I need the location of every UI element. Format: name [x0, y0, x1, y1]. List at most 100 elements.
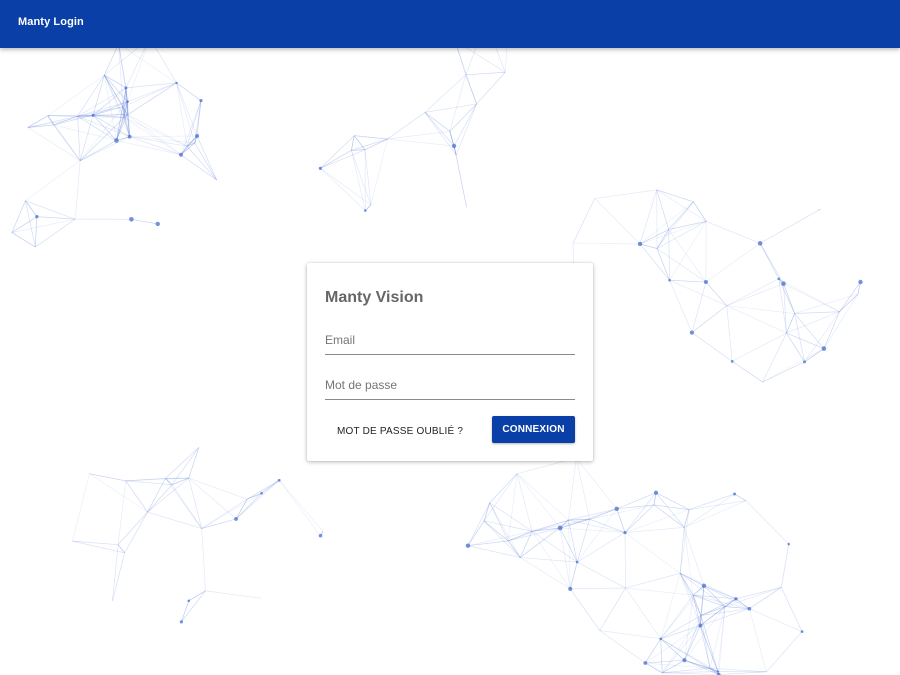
network-edge — [703, 585, 737, 600]
network-edge — [112, 552, 125, 601]
network-edge — [77, 116, 117, 141]
network-edge — [745, 500, 789, 545]
network-edge — [201, 492, 262, 529]
network-edge — [278, 480, 321, 536]
network-edge — [147, 511, 202, 529]
network-edge — [668, 229, 670, 281]
app-bar: Manty Login — [0, 0, 900, 48]
network-edge — [489, 473, 518, 504]
network-edge — [669, 279, 706, 283]
network-edge — [370, 138, 388, 206]
network-edge — [27, 127, 81, 161]
network-edge — [118, 43, 124, 107]
network-node — [318, 533, 323, 538]
network-edge — [351, 150, 366, 211]
network-node — [575, 560, 579, 564]
network-edge — [476, 72, 506, 105]
network-edge — [205, 590, 262, 599]
network-edge — [786, 332, 825, 349]
network-edge — [804, 311, 840, 363]
network-node — [175, 81, 178, 85]
network-node — [747, 606, 752, 611]
network-edge — [387, 138, 455, 147]
network-edge — [780, 543, 790, 588]
network-edge — [123, 117, 188, 147]
network-edge — [568, 457, 577, 521]
forgot-password-button[interactable]: MOT DE PASSE OUBLIÉ ? — [331, 418, 469, 444]
network-edge — [176, 82, 196, 144]
network-node — [199, 98, 203, 103]
network-node — [568, 586, 573, 591]
network-edge — [80, 140, 117, 161]
network-edge — [194, 142, 217, 181]
network-edge — [354, 135, 388, 140]
network-edge — [104, 43, 119, 76]
network-edge — [732, 361, 763, 383]
network-edge — [575, 457, 590, 520]
network-edge — [77, 74, 105, 117]
network-edge — [188, 590, 206, 602]
network-node — [363, 209, 367, 212]
password-field[interactable] — [325, 372, 575, 398]
network-edge — [569, 588, 601, 631]
network-node — [637, 241, 643, 247]
network-edge — [122, 82, 177, 107]
network-edge — [507, 473, 518, 541]
network-edge — [668, 201, 694, 230]
network-edge — [669, 280, 693, 333]
network-edge — [11, 200, 26, 233]
network-node — [668, 278, 671, 282]
network-edge — [117, 480, 127, 545]
network-edge — [599, 630, 646, 664]
network-edge — [688, 493, 735, 510]
network-edge — [467, 545, 521, 558]
network-node — [234, 517, 238, 521]
network-node — [803, 360, 807, 364]
network-edge — [625, 572, 681, 589]
network-edge — [188, 477, 248, 500]
network-node — [623, 530, 627, 535]
network-edge — [625, 587, 694, 596]
network-edge — [201, 518, 237, 529]
network-edge — [176, 82, 188, 147]
network-edge — [188, 477, 237, 520]
network-edge — [766, 631, 803, 673]
network-edge — [656, 248, 670, 281]
network-edge — [483, 520, 509, 542]
login-button[interactable]: CONNEXION — [492, 416, 575, 443]
network-edge — [700, 585, 705, 616]
network-edge — [455, 154, 467, 208]
network-edge — [455, 103, 477, 156]
network-node — [195, 133, 200, 138]
network-edge — [762, 332, 787, 383]
network-edge — [351, 138, 388, 151]
network-edge — [235, 480, 280, 520]
network-edge — [11, 232, 36, 248]
network-edge — [181, 590, 206, 623]
network-edge — [660, 638, 663, 673]
network-edge — [516, 473, 561, 529]
network-edge — [624, 532, 626, 589]
network-edge — [594, 198, 641, 245]
network-edge — [709, 606, 726, 669]
network-edge — [656, 189, 669, 230]
network-edge — [705, 243, 761, 283]
network-edge — [823, 293, 859, 349]
network-edge — [639, 243, 658, 249]
network-edge — [794, 313, 825, 349]
network-edge — [131, 218, 158, 225]
network-node — [155, 221, 160, 227]
network-node — [643, 661, 648, 665]
network-edge — [320, 168, 372, 206]
network-edge — [655, 492, 685, 528]
network-node — [260, 491, 263, 495]
network-node — [35, 214, 39, 219]
email-field[interactable] — [325, 327, 575, 353]
network-edge — [531, 530, 578, 563]
network-node — [187, 599, 191, 603]
network-edge — [320, 149, 366, 169]
network-edge — [691, 305, 727, 333]
network-node — [734, 597, 738, 601]
network-edge — [25, 200, 76, 220]
network-edge — [424, 112, 455, 147]
